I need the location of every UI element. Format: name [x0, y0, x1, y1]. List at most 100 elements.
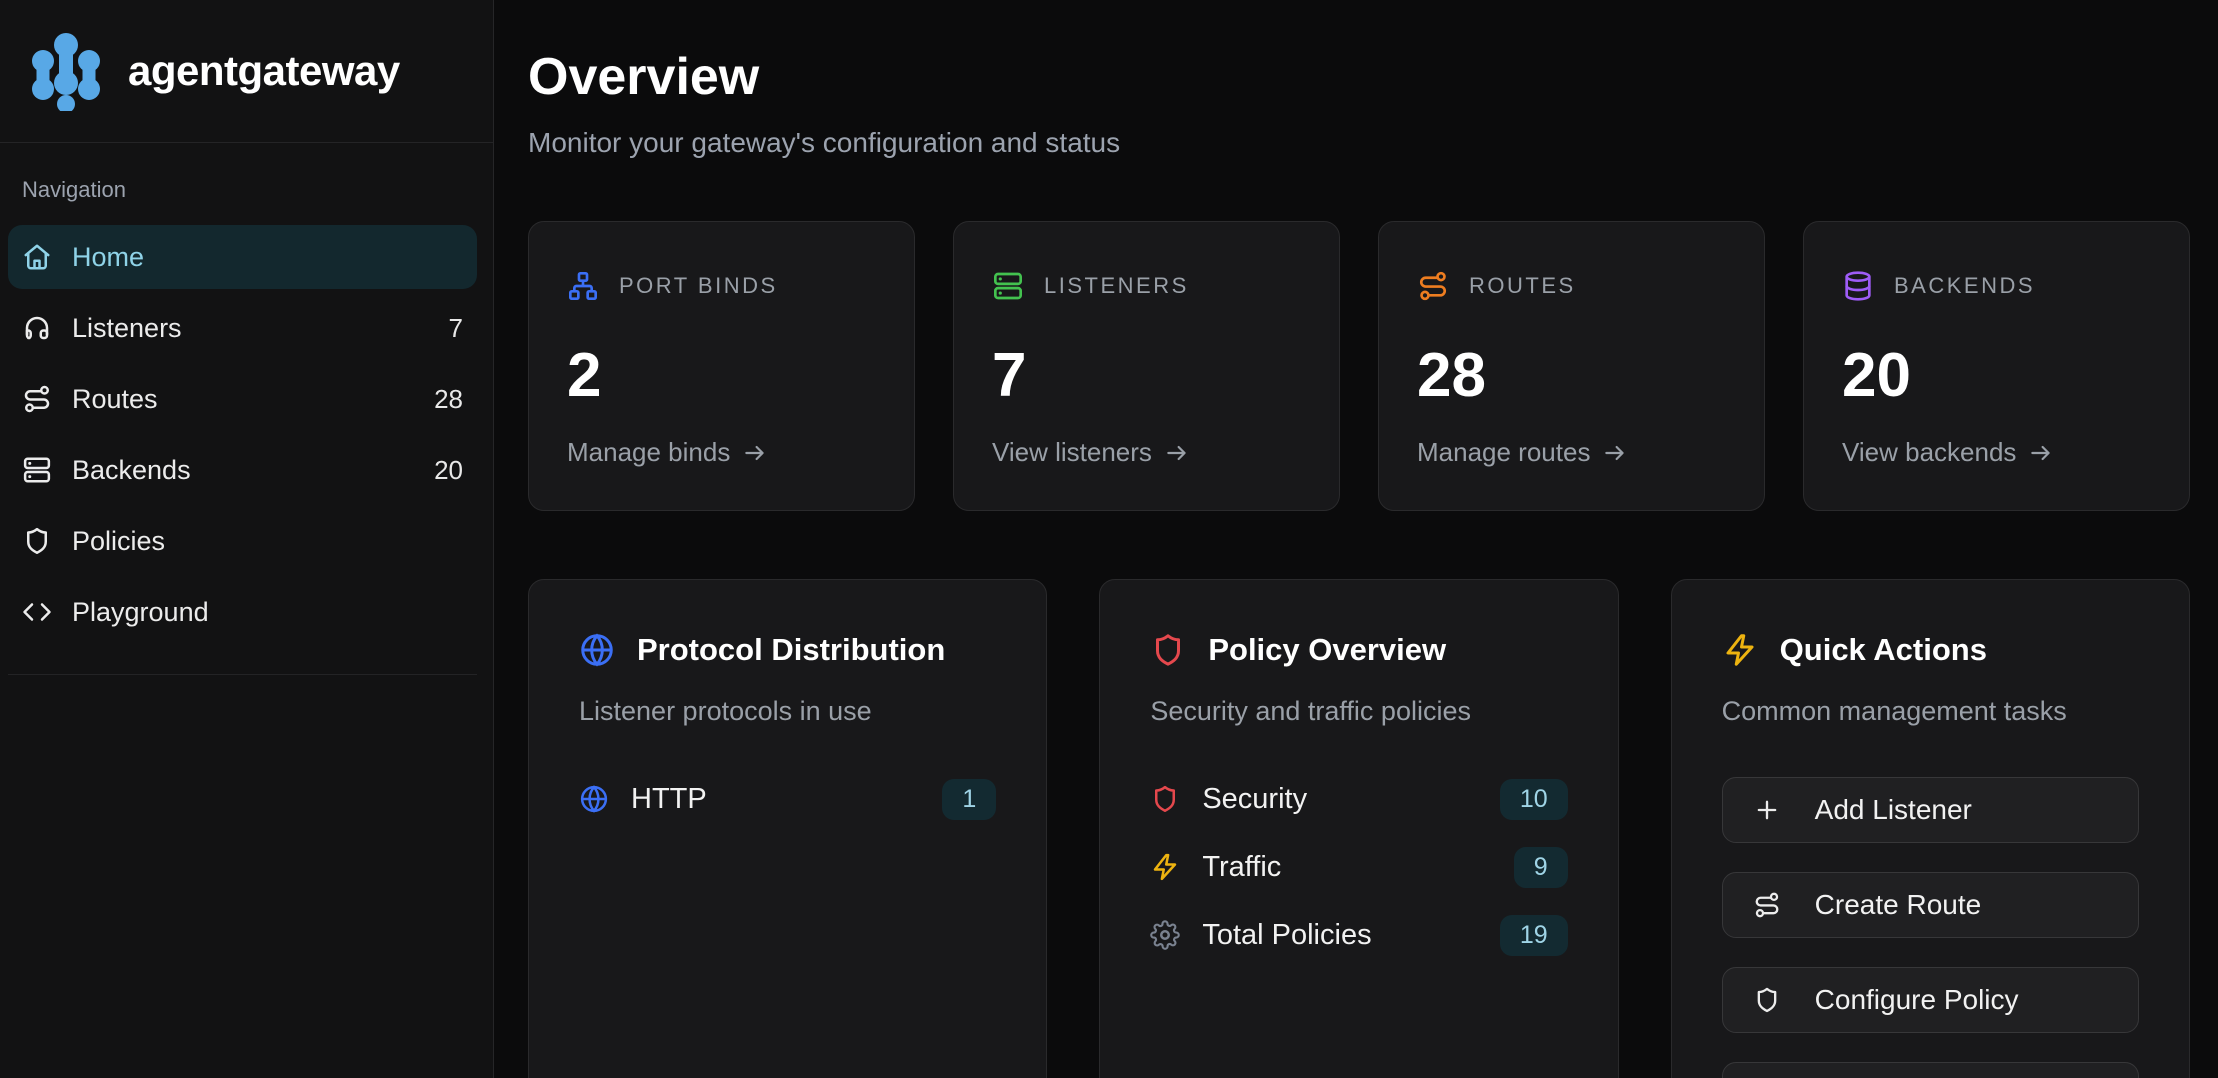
protocol-list: HTTP 1	[579, 777, 996, 821]
sidebar-item-label: Backends	[72, 455, 191, 486]
globe-icon	[579, 632, 615, 668]
policy-label: Total Policies	[1202, 919, 1371, 952]
app-root: agentgateway Navigation Home Listeners 7…	[0, 0, 2218, 1078]
shield-icon	[1150, 632, 1186, 668]
quick-actions-list: Add Listener Create Route Configure Poli…	[1722, 777, 2139, 1078]
stat-link-label: View backends	[1842, 437, 2016, 468]
sidebar-divider	[8, 674, 477, 675]
brand-header: agentgateway	[0, 0, 493, 143]
sidebar-item-routes[interactable]: Routes 28	[8, 367, 477, 431]
arrow-right-icon	[1164, 440, 1190, 466]
panel-header: Protocol Distribution	[579, 632, 996, 668]
route-icon	[1417, 270, 1449, 302]
button-label: Add Listener	[1815, 794, 1972, 826]
policy-count-badge: 9	[1514, 847, 1568, 888]
shield-icon	[22, 526, 52, 556]
home-icon	[22, 242, 52, 272]
policy-count-badge: 19	[1500, 915, 1568, 956]
button-label: Configure Policy	[1815, 984, 2019, 1016]
protocol-row-http: HTTP 1	[579, 777, 996, 821]
headphones-icon	[22, 313, 52, 343]
stat-card-header: PORT BINDS	[567, 270, 876, 302]
sidebar-item-count: 28	[434, 384, 463, 415]
agentgateway-logo-icon	[30, 31, 102, 111]
quick-action-partial-button[interactable]	[1722, 1062, 2139, 1078]
route-icon	[22, 384, 52, 414]
stat-card-backends[interactable]: BACKENDS 20 View backends	[1803, 221, 2190, 511]
stat-label: LISTENERS	[1044, 273, 1189, 299]
stat-card-header: LISTENERS	[992, 270, 1301, 302]
add-listener-button[interactable]: Add Listener	[1722, 777, 2139, 843]
panel-header: Quick Actions	[1722, 632, 2139, 668]
panel-title: Protocol Distribution	[637, 632, 945, 668]
zap-icon	[1722, 632, 1758, 668]
policy-row-traffic: Traffic 9	[1150, 845, 1567, 889]
page-title: Overview	[528, 48, 2190, 108]
manage-routes-link[interactable]: Manage routes	[1417, 437, 1726, 468]
manage-binds-link[interactable]: Manage binds	[567, 437, 876, 468]
route-icon	[1753, 891, 1781, 919]
sidebar-item-backends[interactable]: Backends 20	[8, 438, 477, 502]
stat-value: 20	[1842, 340, 2151, 411]
sidebar-nav: Navigation Home Listeners 7 Routes 28 Ba…	[0, 143, 493, 675]
stat-card-routes[interactable]: ROUTES 28 Manage routes	[1378, 221, 1765, 511]
stat-link-label: Manage binds	[567, 437, 730, 468]
view-backends-link[interactable]: View backends	[1842, 437, 2151, 468]
stat-value: 28	[1417, 340, 1726, 411]
panel-header: Policy Overview	[1150, 632, 1567, 668]
button-label: Create Route	[1815, 889, 1982, 921]
panel-title: Policy Overview	[1208, 632, 1446, 668]
server-icon	[992, 270, 1024, 302]
server-icon	[22, 455, 52, 485]
sidebar-item-playground[interactable]: Playground	[8, 580, 477, 644]
sidebar-item-home[interactable]: Home	[8, 225, 477, 289]
sidebar-item-policies[interactable]: Policies	[8, 509, 477, 573]
arrow-right-icon	[2028, 440, 2054, 466]
create-route-button[interactable]: Create Route	[1722, 872, 2139, 938]
view-listeners-link[interactable]: View listeners	[992, 437, 1301, 468]
protocol-label: HTTP	[631, 783, 707, 816]
stat-label: BACKENDS	[1894, 273, 2035, 299]
sidebar-item-count: 20	[434, 455, 463, 486]
stat-card-port-binds[interactable]: PORT BINDS 2 Manage binds	[528, 221, 915, 511]
sidebar-item-listeners[interactable]: Listeners 7	[8, 296, 477, 360]
policy-row-total: Total Policies 19	[1150, 913, 1567, 957]
panel-title: Quick Actions	[1780, 632, 1987, 668]
sidebar-item-label: Listeners	[72, 313, 182, 344]
configure-policy-button[interactable]: Configure Policy	[1722, 967, 2139, 1033]
database-icon	[1842, 270, 1874, 302]
sidebar-item-label: Routes	[72, 384, 158, 415]
policy-label: Security	[1202, 783, 1307, 816]
panel-subtitle: Listener protocols in use	[579, 696, 996, 727]
sidebar-item-label: Policies	[72, 526, 165, 557]
globe-icon	[579, 784, 609, 814]
protocol-distribution-panel: Protocol Distribution Listener protocols…	[528, 579, 1047, 1078]
quick-actions-panel: Quick Actions Common management tasks Ad…	[1671, 579, 2190, 1078]
stat-link-label: View listeners	[992, 437, 1152, 468]
stat-card-header: ROUTES	[1417, 270, 1726, 302]
shield-icon	[1753, 986, 1781, 1014]
stats-grid: PORT BINDS 2 Manage binds LISTENERS 7 Vi…	[528, 221, 2190, 511]
stat-link-label: Manage routes	[1417, 437, 1590, 468]
stat-label: PORT BINDS	[619, 273, 778, 299]
policy-label: Traffic	[1202, 851, 1281, 884]
gear-icon	[1150, 920, 1180, 950]
arrow-right-icon	[1602, 440, 1628, 466]
main-content: Overview Monitor your gateway's configur…	[494, 0, 2218, 1078]
stat-card-header: BACKENDS	[1842, 270, 2151, 302]
panels-grid: Protocol Distribution Listener protocols…	[528, 579, 2190, 1078]
policy-count-badge: 10	[1500, 779, 1568, 820]
protocol-count-badge: 1	[942, 779, 996, 820]
page-subtitle: Monitor your gateway's configuration and…	[528, 126, 2190, 160]
panel-subtitle: Common management tasks	[1722, 696, 2139, 727]
stat-value: 2	[567, 340, 876, 411]
sidebar-item-label: Playground	[72, 597, 209, 628]
plus-icon	[1753, 796, 1781, 824]
panel-subtitle: Security and traffic policies	[1150, 696, 1567, 727]
shield-icon	[1150, 784, 1180, 814]
nav-section-label: Navigation	[22, 177, 477, 203]
brand-name: agentgateway	[128, 47, 400, 95]
sidebar: agentgateway Navigation Home Listeners 7…	[0, 0, 494, 1078]
zap-icon	[1150, 852, 1180, 882]
stat-card-listeners[interactable]: LISTENERS 7 View listeners	[953, 221, 1340, 511]
